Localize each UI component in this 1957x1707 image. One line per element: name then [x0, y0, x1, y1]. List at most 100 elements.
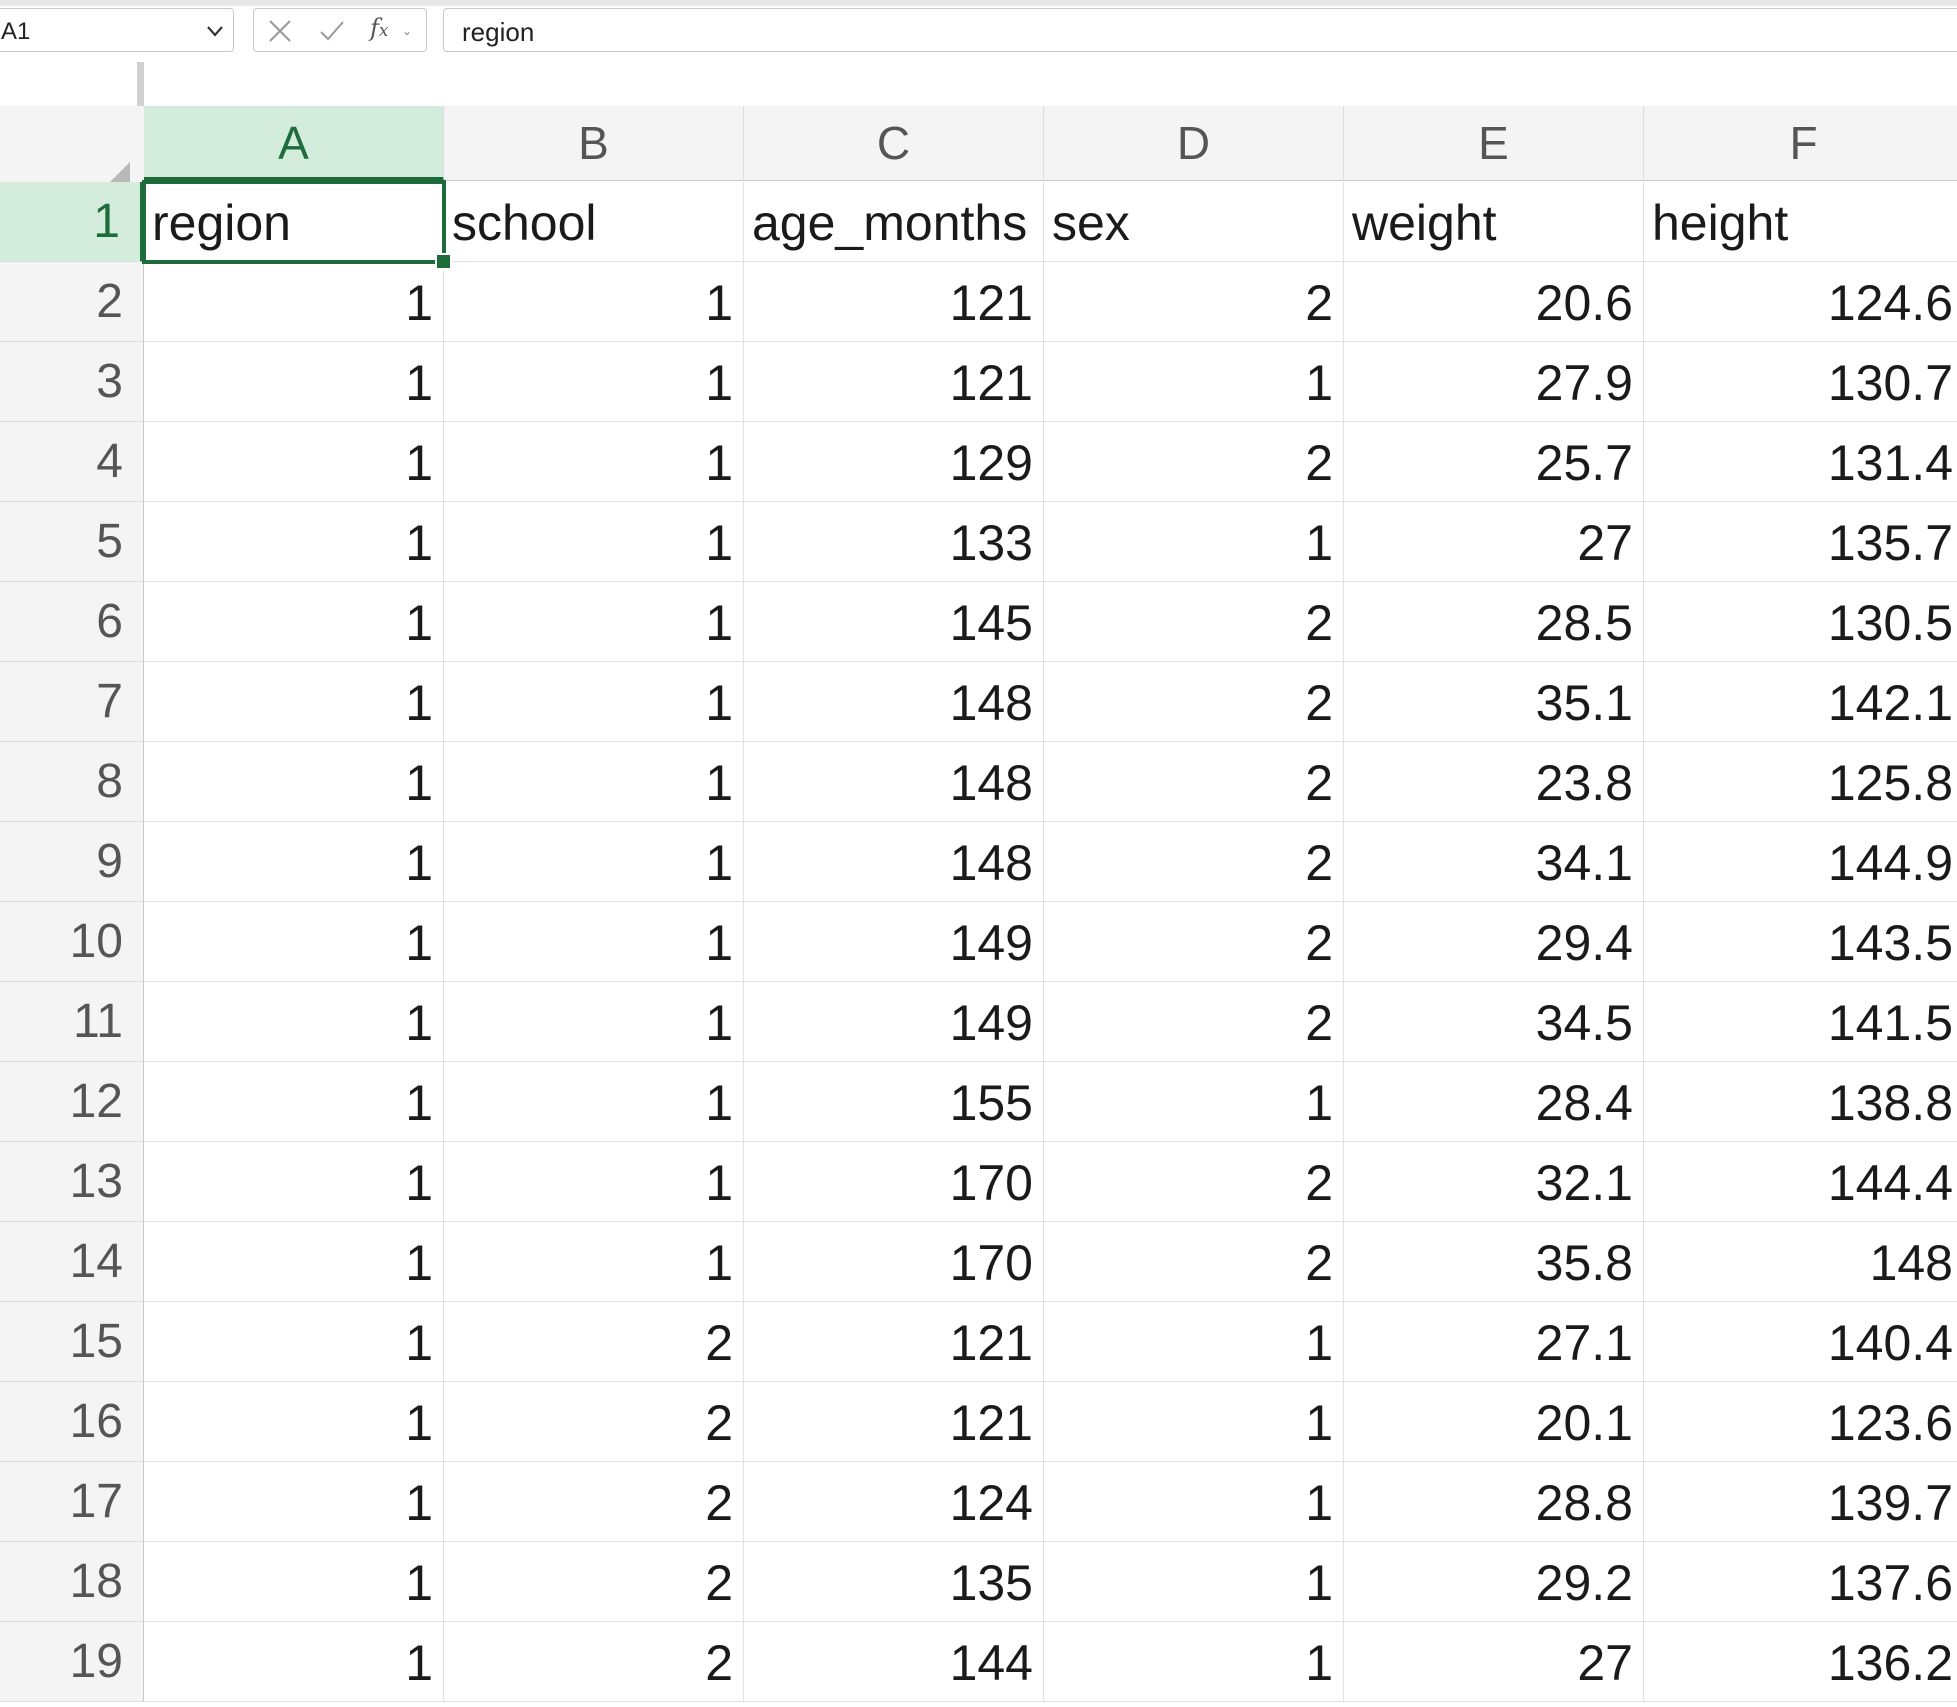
- cell-d17[interactable]: 1: [1044, 1462, 1344, 1542]
- cell-e10[interactable]: 29.4: [1344, 902, 1644, 982]
- cell-f16[interactable]: 123.6: [1644, 1382, 1957, 1462]
- cell-c10[interactable]: 149: [744, 902, 1044, 982]
- cell-a14[interactable]: 1: [144, 1222, 444, 1302]
- cell-a13[interactable]: 1: [144, 1142, 444, 1222]
- cell-e5[interactable]: 27: [1344, 502, 1644, 582]
- cell-e7[interactable]: 35.1: [1344, 662, 1644, 742]
- cell-d14[interactable]: 2: [1044, 1222, 1344, 1302]
- cell-e16[interactable]: 20.1: [1344, 1382, 1644, 1462]
- cell-f4[interactable]: 131.4: [1644, 422, 1957, 502]
- cell-c17[interactable]: 124: [744, 1462, 1044, 1542]
- cell-a16[interactable]: 1: [144, 1382, 444, 1462]
- cell-e14[interactable]: 35.8: [1344, 1222, 1644, 1302]
- cell-e11[interactable]: 34.5: [1344, 982, 1644, 1062]
- cell-b19[interactable]: 2: [444, 1622, 744, 1702]
- cell-e15[interactable]: 27.1: [1344, 1302, 1644, 1382]
- cell-a9[interactable]: 1: [144, 822, 444, 902]
- cell-f1[interactable]: height: [1644, 182, 1957, 262]
- row-header-15[interactable]: 15: [0, 1302, 144, 1382]
- cell-a12[interactable]: 1: [144, 1062, 444, 1142]
- cell-f11[interactable]: 141.5: [1644, 982, 1957, 1062]
- cell-e1[interactable]: weight: [1344, 182, 1644, 262]
- cell-a4[interactable]: 1: [144, 422, 444, 502]
- cell-c9[interactable]: 148: [744, 822, 1044, 902]
- cell-a11[interactable]: 1: [144, 982, 444, 1062]
- cell-f15[interactable]: 140.4: [1644, 1302, 1957, 1382]
- row-header-10[interactable]: 10: [0, 902, 144, 982]
- cell-e2[interactable]: 20.6: [1344, 262, 1644, 342]
- cell-c1[interactable]: age_months: [744, 182, 1044, 262]
- cell-b4[interactable]: 1: [444, 422, 744, 502]
- row-header-18[interactable]: 18: [0, 1542, 144, 1622]
- cell-b8[interactable]: 1: [444, 742, 744, 822]
- cell-c16[interactable]: 121: [744, 1382, 1044, 1462]
- cell-e18[interactable]: 29.2: [1344, 1542, 1644, 1622]
- cell-c18[interactable]: 135: [744, 1542, 1044, 1622]
- cell-e19[interactable]: 27: [1344, 1622, 1644, 1702]
- cell-b12[interactable]: 1: [444, 1062, 744, 1142]
- row-header-8[interactable]: 8: [0, 742, 144, 822]
- row-header-3[interactable]: 3: [0, 342, 144, 422]
- cell-a19[interactable]: 1: [144, 1622, 444, 1702]
- chevron-down-icon[interactable]: [205, 21, 225, 41]
- cell-d16[interactable]: 1: [1044, 1382, 1344, 1462]
- cell-d4[interactable]: 2: [1044, 422, 1344, 502]
- column-header-d[interactable]: D: [1044, 106, 1344, 181]
- cell-d7[interactable]: 2: [1044, 662, 1344, 742]
- row-header-9[interactable]: 9: [0, 822, 144, 902]
- cell-c14[interactable]: 170: [744, 1222, 1044, 1302]
- formula-input[interactable]: region: [443, 8, 1957, 52]
- cell-f19[interactable]: 136.2: [1644, 1622, 1957, 1702]
- cell-e8[interactable]: 23.8: [1344, 742, 1644, 822]
- cell-b1[interactable]: school: [444, 182, 744, 262]
- cell-d2[interactable]: 2: [1044, 262, 1344, 342]
- cell-f10[interactable]: 143.5: [1644, 902, 1957, 982]
- checkmark-icon[interactable]: [318, 17, 346, 45]
- cell-d15[interactable]: 1: [1044, 1302, 1344, 1382]
- cell-c13[interactable]: 170: [744, 1142, 1044, 1222]
- cell-d6[interactable]: 2: [1044, 582, 1344, 662]
- column-header-e[interactable]: E: [1344, 106, 1644, 181]
- cell-c15[interactable]: 121: [744, 1302, 1044, 1382]
- cell-e12[interactable]: 28.4: [1344, 1062, 1644, 1142]
- cell-c19[interactable]: 144: [744, 1622, 1044, 1702]
- row-header-6[interactable]: 6: [0, 582, 144, 662]
- row-header-4[interactable]: 4: [0, 422, 144, 502]
- row-header-14[interactable]: 14: [0, 1222, 144, 1302]
- cell-a15[interactable]: 1: [144, 1302, 444, 1382]
- cell-b16[interactable]: 2: [444, 1382, 744, 1462]
- cell-f13[interactable]: 144.4: [1644, 1142, 1957, 1222]
- row-header-2[interactable]: 2: [0, 262, 144, 342]
- column-header-a[interactable]: A: [144, 106, 444, 181]
- row-header-17[interactable]: 17: [0, 1462, 144, 1542]
- cell-d11[interactable]: 2: [1044, 982, 1344, 1062]
- cell-b9[interactable]: 1: [444, 822, 744, 902]
- row-header-12[interactable]: 12: [0, 1062, 144, 1142]
- column-header-f[interactable]: F: [1644, 106, 1957, 181]
- cell-f5[interactable]: 135.7: [1644, 502, 1957, 582]
- cell-e6[interactable]: 28.5: [1344, 582, 1644, 662]
- cell-f18[interactable]: 137.6: [1644, 1542, 1957, 1622]
- cell-b7[interactable]: 1: [444, 662, 744, 742]
- fill-handle[interactable]: [435, 253, 452, 270]
- cell-d12[interactable]: 1: [1044, 1062, 1344, 1142]
- row-header-7[interactable]: 7: [0, 662, 144, 742]
- cell-b11[interactable]: 1: [444, 982, 744, 1062]
- cell-d13[interactable]: 2: [1044, 1142, 1344, 1222]
- cell-b6[interactable]: 1: [444, 582, 744, 662]
- cell-b18[interactable]: 2: [444, 1542, 744, 1622]
- cell-f17[interactable]: 139.7: [1644, 1462, 1957, 1542]
- row-header-19[interactable]: 19: [0, 1622, 144, 1702]
- cancel-x-icon[interactable]: [266, 17, 294, 45]
- cell-c3[interactable]: 121: [744, 342, 1044, 422]
- cell-c5[interactable]: 133: [744, 502, 1044, 582]
- cell-a18[interactable]: 1: [144, 1542, 444, 1622]
- row-header-5[interactable]: 5: [0, 502, 144, 582]
- cell-a2[interactable]: 1: [144, 262, 444, 342]
- cell-f14[interactable]: 148: [1644, 1222, 1957, 1302]
- cell-a1[interactable]: region: [144, 182, 444, 262]
- row-header-1[interactable]: 1: [0, 182, 144, 262]
- cell-f2[interactable]: 124.6: [1644, 262, 1957, 342]
- cell-b2[interactable]: 1: [444, 262, 744, 342]
- cell-f8[interactable]: 125.8: [1644, 742, 1957, 822]
